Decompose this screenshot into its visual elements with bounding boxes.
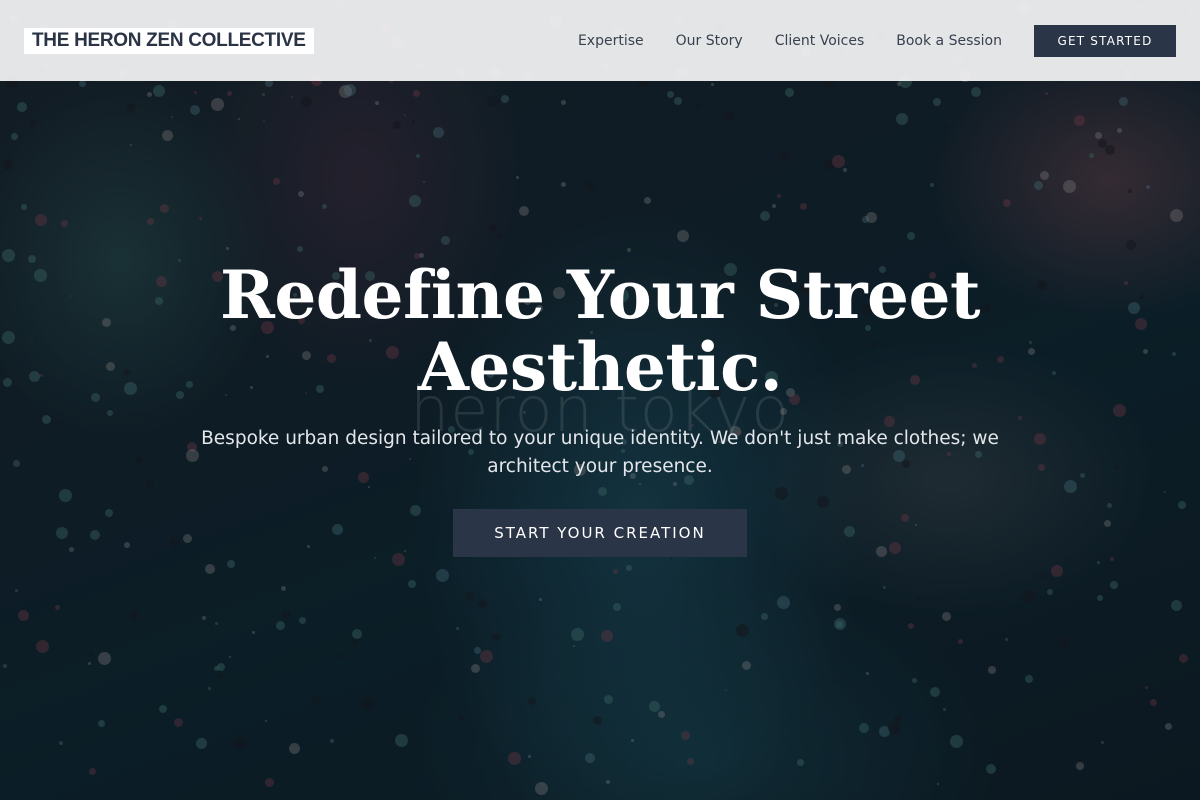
hero-headline-line-2: Aesthetic. (417, 328, 783, 406)
nav-link-expertise[interactable]: Expertise (578, 33, 644, 49)
start-creation-button[interactable]: START YOUR CREATION (453, 509, 747, 557)
hero-section: heron tokyo Redefine Your Street Aesthet… (0, 81, 1200, 800)
nav-link-client-voices[interactable]: Client Voices (775, 33, 865, 49)
nav-link-our-story[interactable]: Our Story (676, 33, 743, 49)
hero-headline: Redefine Your Street Aesthetic. (0, 259, 1200, 403)
main-nav: Expertise Our Story Client Voices Book a… (578, 24, 1176, 57)
hero-headline-line-1: Redefine Your Street (220, 256, 980, 334)
top-navigation-bar: THE HERON ZEN COLLECTIVE Expertise Our S… (0, 0, 1200, 81)
nav-link-book-session[interactable]: Book a Session (896, 33, 1002, 49)
brand-logo[interactable]: THE HERON ZEN COLLECTIVE (24, 27, 314, 54)
hero-subtext: Bespoke urban design tailored to your un… (201, 428, 999, 477)
get-started-button[interactable]: GET STARTED (1034, 24, 1176, 57)
